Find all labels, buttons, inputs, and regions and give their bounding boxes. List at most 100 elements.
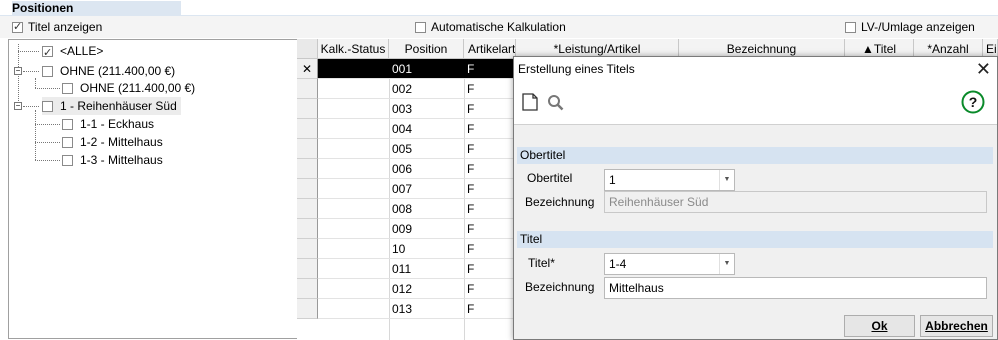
tree-connector [35, 124, 60, 125]
auto-kalk-checkbox[interactable] [415, 22, 426, 34]
titel-bezeichnung-input[interactable]: Mittelhaus [604, 277, 987, 299]
row-selector[interactable] [297, 99, 318, 119]
dropdown-arrow-icon[interactable]: ▼ [719, 254, 734, 274]
obertitel-combo[interactable]: 1 ▼ [604, 169, 735, 191]
cell-position[interactable]: 10 [389, 239, 464, 259]
cell-position[interactable]: 012 [389, 279, 464, 299]
titel-value: 1-4 [609, 257, 627, 271]
tree-item-label: 1-3 - Mittelhaus [80, 153, 163, 167]
titel-combo[interactable]: 1-4 ▼ [604, 253, 735, 275]
row-selector[interactable] [297, 79, 318, 99]
tree-checkbox[interactable] [62, 83, 73, 95]
cell-position[interactable]: 005 [389, 139, 464, 159]
tree-item-mittelhaus-1[interactable]: 1-2 - Mittelhaus [62, 133, 163, 151]
row-selector[interactable] [297, 239, 318, 259]
grid-corner[interactable] [297, 39, 318, 59]
tree-checkbox[interactable] [42, 44, 53, 62]
tree-item-reihenhaeuser[interactable]: 1 - Reihenhäuser Süd [42, 97, 181, 115]
tree-connector [35, 160, 60, 161]
cell-kalk-status[interactable] [318, 279, 389, 299]
tree-checkbox[interactable] [42, 101, 53, 113]
cell-kalk-status[interactable] [318, 199, 389, 219]
row-selector[interactable] [297, 139, 318, 159]
cell-kalk-status[interactable] [318, 79, 389, 99]
cell-artikelart[interactable]: F [464, 259, 516, 279]
row-selector[interactable] [297, 259, 318, 279]
column-header[interactable]: Artikelart [464, 39, 516, 59]
close-icon[interactable]: ✕ [976, 58, 991, 80]
tree-item-ohne-child[interactable]: OHNE (211.400,00 €) [62, 79, 195, 97]
dropdown-arrow-icon[interactable]: ▼ [719, 170, 734, 190]
cell-kalk-status[interactable] [318, 299, 389, 319]
row-selector[interactable] [297, 179, 318, 199]
cell-position[interactable]: 013 [389, 299, 464, 319]
tree-checkbox[interactable] [62, 137, 73, 149]
row-selector[interactable] [297, 299, 318, 319]
auto-kalk-option[interactable]: Automatische Kalkulation [415, 20, 566, 34]
cell-position[interactable]: 009 [389, 219, 464, 239]
cell-kalk-status[interactable] [318, 139, 389, 159]
collapse-icon[interactable]: − [14, 102, 22, 110]
search-icon[interactable] [547, 94, 564, 114]
ok-button[interactable]: Ok [844, 315, 915, 337]
cell-kalk-status[interactable] [318, 239, 389, 259]
cell-position[interactable]: 001 [389, 59, 464, 79]
row-selector[interactable] [297, 159, 318, 179]
cell-artikelart[interactable]: F [464, 219, 516, 239]
new-document-icon[interactable] [522, 93, 538, 114]
obertitel-label: Obertitel [527, 171, 573, 185]
cell-artikelart[interactable]: F [464, 159, 516, 179]
cell-artikelart[interactable]: F [464, 59, 516, 79]
help-icon[interactable]: ? [961, 90, 985, 117]
cancel-button[interactable]: Abbrechen [920, 315, 993, 337]
cell-artikelart[interactable]: F [464, 79, 516, 99]
cell-kalk-status[interactable] [318, 99, 389, 119]
cell-artikelart[interactable]: F [464, 299, 516, 319]
row-selector[interactable] [297, 279, 318, 299]
cell-position[interactable]: 002 [389, 79, 464, 99]
cell-artikelart[interactable]: F [464, 279, 516, 299]
tree-item-mittelhaus-2[interactable]: 1-3 - Mittelhaus [62, 151, 163, 169]
cell-artikelart[interactable]: F [464, 139, 516, 159]
cell-kalk-status[interactable] [318, 179, 389, 199]
collapse-icon[interactable]: − [14, 67, 22, 75]
cell-position[interactable]: 007 [389, 179, 464, 199]
tree-connector [35, 78, 36, 88]
column-header[interactable]: Kalk.-Status [318, 39, 389, 59]
row-selector[interactable] [297, 119, 318, 139]
titel-anzeigen-option[interactable]: Titel anzeigen [12, 20, 102, 34]
tree-checkbox[interactable] [42, 66, 53, 78]
cell-position[interactable]: 011 [389, 259, 464, 279]
lv-umlage-checkbox[interactable] [845, 22, 856, 34]
cell-kalk-status[interactable] [318, 219, 389, 239]
row-selector[interactable] [297, 219, 318, 239]
cell-position[interactable]: 004 [389, 119, 464, 139]
cell-artikelart[interactable]: F [464, 119, 516, 139]
titel-anzeigen-checkbox[interactable] [12, 20, 23, 34]
tree-checkbox[interactable] [62, 155, 73, 167]
cell-kalk-status[interactable] [318, 159, 389, 179]
cell-position[interactable]: 006 [389, 159, 464, 179]
cell-position[interactable]: 008 [389, 199, 464, 219]
cell-artikelart[interactable]: F [464, 239, 516, 259]
column-header[interactable]: Position [389, 39, 464, 59]
cell-artikelart[interactable]: F [464, 99, 516, 119]
row-selector[interactable] [297, 199, 318, 219]
dialog-title: Erstellung eines Titels [518, 62, 635, 76]
create-title-dialog: Erstellung eines Titels ✕ ? Obertitel Ob… [513, 56, 998, 340]
tree-item-ohne[interactable]: OHNE (211.400,00 €) [42, 62, 175, 80]
tree-item-label: OHNE (211.400,00 €) [60, 64, 176, 78]
lv-umlage-option[interactable]: LV-/Umlage anzeigen [845, 20, 975, 34]
tree-item-alle[interactable]: <ALLE> [42, 42, 103, 62]
cell-kalk-status[interactable] [318, 259, 389, 279]
tree-item-eckhaus[interactable]: 1-1 - Eckhaus [62, 115, 154, 133]
titel-group-header: Titel [517, 231, 993, 248]
row-selector[interactable]: ✕ [297, 59, 318, 79]
cell-kalk-status[interactable] [318, 59, 389, 79]
cell-artikelart[interactable]: F [464, 179, 516, 199]
cell-position[interactable]: 003 [389, 99, 464, 119]
tree-checkbox[interactable] [62, 119, 73, 131]
cell-artikelart[interactable]: F [464, 199, 516, 219]
cell-kalk-status[interactable] [318, 119, 389, 139]
tree-item-label: 1-2 - Mittelhaus [80, 135, 163, 149]
